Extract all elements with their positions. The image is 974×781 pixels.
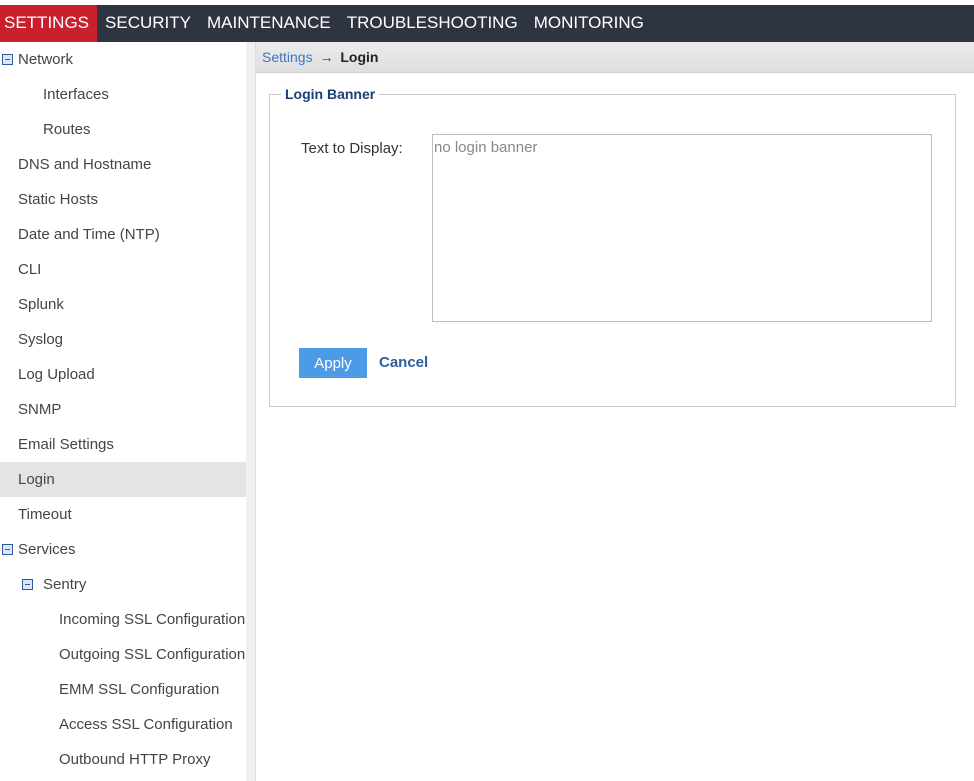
sidebar-item-label: Sentry (43, 576, 87, 593)
tab-security[interactable]: SECURITY (97, 5, 199, 42)
sidebar-item-snmp[interactable]: SNMP (0, 392, 246, 427)
sidebar-item-timeout[interactable]: Timeout (0, 497, 246, 532)
sidebar-item-label: CLI (18, 261, 42, 278)
cancel-link[interactable]: Cancel (379, 354, 428, 371)
login-banner-legend: Login Banner (281, 86, 380, 102)
sidebar-divider (246, 42, 256, 781)
sidebar-item-label: SNMP (18, 401, 62, 418)
sidebar-item-incoming-ssl-configuration[interactable]: Incoming SSL Configuration (0, 602, 246, 637)
sidebar-item-outbound-http-proxy[interactable]: Outbound HTTP Proxy (0, 742, 246, 777)
breadcrumb-current: Login (340, 49, 379, 65)
sidebar-item-network[interactable]: Network (0, 42, 246, 77)
sidebar-item-label: Routes (43, 121, 91, 138)
sidebar-item-label: EMM SSL Configuration (59, 681, 220, 698)
breadcrumb-arrow: → (319, 49, 334, 65)
sidebar-item-label: Incoming SSL Configuration (59, 611, 246, 628)
sidebar-item-interfaces[interactable]: Interfaces (0, 77, 246, 112)
tab-troubleshooting[interactable]: TROUBLESHOOTING (339, 5, 526, 42)
sidebar-item-access-ssl-configuration[interactable]: Access SSL Configuration (0, 707, 246, 742)
collapse-icon[interactable] (22, 579, 33, 590)
sidebar-item-label: DNS and Hostname (18, 156, 152, 173)
sidebar-item-label: Date and Time (NTP) (18, 226, 160, 243)
login-banner-textarea[interactable] (432, 134, 932, 322)
sidebar-item-services[interactable]: Services (0, 532, 246, 567)
sidebar-item-label: Splunk (18, 296, 64, 313)
breadcrumb-settings-link[interactable]: Settings (262, 49, 313, 65)
sidebar-item-splunk[interactable]: Splunk (0, 287, 246, 322)
top-nav: SETTINGS SECURITY MAINTENANCE TROUBLESHOOTI… (0, 5, 974, 42)
sidebar-item-emm-ssl-configuration[interactable]: EMM SSL Configuration (0, 672, 246, 707)
tab-monitoring[interactable]: MONITORING (526, 5, 652, 42)
sidebar-item-date-and-time-ntp[interactable]: Date and Time (NTP) (0, 217, 246, 252)
sidebar-item-outgoing-ssl-configuration[interactable]: Outgoing SSL Configuration (0, 637, 246, 672)
tab-settings[interactable]: SETTINGS (0, 5, 98, 42)
sidebar-item-label: Outgoing SSL Configuration (59, 646, 246, 663)
sidebar-item-cli[interactable]: CLI (0, 252, 246, 287)
sidebar: Network Interfaces Routes DNS and Hostname S… (0, 42, 246, 781)
collapse-icon[interactable] (2, 54, 13, 65)
tab-maintenance[interactable]: MAINTENANCE (199, 5, 339, 42)
sidebar-item-label: Static Hosts (18, 191, 99, 208)
sidebar-item-sentry[interactable]: Sentry (0, 567, 246, 602)
sidebar-item-login[interactable]: Login (0, 462, 246, 497)
collapse-icon[interactable] (2, 544, 13, 555)
sidebar-item-email-settings[interactable]: Email Settings (0, 427, 246, 462)
sidebar-item-label: Network (18, 51, 74, 68)
sidebar-item-label: Login (18, 471, 55, 488)
sidebar-item-label: Outbound HTTP Proxy (59, 751, 211, 768)
sidebar-item-label: Interfaces (43, 86, 109, 103)
sidebar-item-label: Email Settings (18, 436, 114, 453)
apply-button[interactable]: Apply (299, 348, 367, 378)
sidebar-item-label: Services (18, 541, 76, 558)
sidebar-item-label: Syslog (18, 331, 64, 348)
sidebar-item-static-hosts[interactable]: Static Hosts (0, 182, 246, 217)
sidebar-item-routes[interactable]: Routes (0, 112, 246, 147)
sidebar-item-dns-and-hostname[interactable]: DNS and Hostname (0, 147, 246, 182)
sidebar-item-label: Timeout (18, 506, 72, 523)
sidebar-item-log-upload[interactable]: Log Upload (0, 357, 246, 392)
breadcrumb: Settings → Login (256, 42, 974, 73)
sidebar-item-label: Log Upload (18, 366, 95, 383)
login-banner-fieldset: Login Banner Text to Display: Apply Canc… (269, 86, 956, 407)
sidebar-item-label: Access SSL Configuration (59, 716, 233, 733)
sidebar-item-syslog[interactable]: Syslog (0, 322, 246, 357)
text-to-display-label: Text to Display: (301, 140, 403, 157)
